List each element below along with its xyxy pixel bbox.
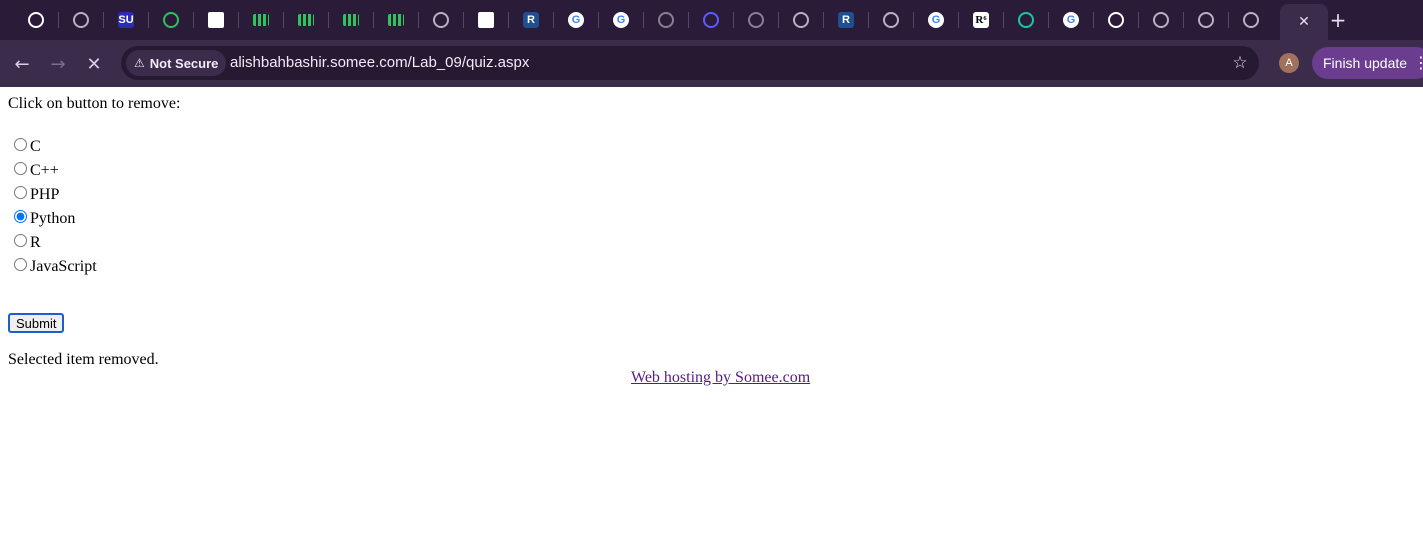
finish-update-button[interactable]: Finish update	[1312, 47, 1423, 79]
google-icon: G	[613, 12, 629, 28]
browser-tab[interactable]	[464, 6, 508, 34]
network-icon	[433, 12, 449, 28]
google-icon: G	[1063, 12, 1079, 28]
browser-tab[interactable]	[1184, 6, 1228, 34]
bookmark-star-icon[interactable]: ☆	[1229, 52, 1251, 74]
browser-tab[interactable]	[239, 6, 283, 34]
browser-menu-icon[interactable]: ⋮	[1413, 52, 1423, 74]
security-chip[interactable]: ⚠ Not Secure	[126, 50, 227, 76]
browser-tab[interactable]: G	[554, 6, 598, 34]
r6-logo-icon: R⁶	[973, 12, 989, 28]
submit-button[interactable]: Submit	[8, 313, 65, 333]
language-radio-list: C C++ PHP Python R JavaScript	[8, 135, 97, 279]
radio-button[interactable]	[14, 233, 27, 247]
globe-icon	[793, 12, 809, 28]
google-icon: G	[568, 12, 584, 28]
active-tab[interactable]: ✕	[1280, 4, 1328, 40]
browser-tab[interactable]: SU	[104, 6, 148, 34]
browser-tab[interactable]	[14, 6, 58, 34]
browser-tab[interactable]: R	[509, 6, 553, 34]
radio-label[interactable]: JavaScript	[30, 258, 97, 276]
browser-tab[interactable]	[59, 6, 103, 34]
green-circle-icon	[163, 12, 179, 28]
radio-option: JavaScript	[8, 255, 97, 279]
page-content: Click on button to remove: C C++ PHP Python…	[0, 87, 1423, 548]
new-tab-button[interactable]: +	[1327, 8, 1349, 32]
globe-icon	[1243, 12, 1259, 28]
radio-option: R	[8, 231, 97, 255]
teal-robot-icon	[1018, 12, 1034, 28]
browser-tab[interactable]	[374, 6, 418, 34]
r-logo-icon: R	[523, 12, 539, 28]
browser-tab[interactable]	[1004, 6, 1048, 34]
address-bar[interactable]: ⚠ Not Secure alishbahbashir.somee.com/La…	[121, 46, 1259, 80]
browser-tab[interactable]	[1139, 6, 1183, 34]
radio-option: C++	[8, 159, 97, 183]
green-bars-icon	[298, 14, 314, 26]
globe-icon	[883, 12, 899, 28]
browser-tab[interactable]: G	[599, 6, 643, 34]
radio-label[interactable]: R	[30, 234, 41, 252]
warning-icon: ⚠	[134, 56, 145, 70]
red-v-logo-icon	[208, 12, 224, 28]
browser-tab[interactable]	[194, 6, 238, 34]
green-bars-icon	[388, 14, 404, 26]
radio-button[interactable]	[14, 137, 27, 151]
radio-option: C	[8, 135, 97, 159]
back-button[interactable]: ←	[8, 50, 36, 78]
browser-tab[interactable]	[734, 6, 778, 34]
github-icon	[28, 12, 44, 28]
radio-option: Python	[8, 207, 97, 231]
radio-option: PHP	[8, 183, 97, 207]
browser-tab[interactable]	[779, 6, 823, 34]
security-chip-label: Not Secure	[149, 55, 219, 71]
lamp-icon	[748, 12, 764, 28]
radio-button[interactable]	[14, 209, 27, 223]
lamp-icon	[658, 12, 674, 28]
browser-tab[interactable]: R	[824, 6, 868, 34]
close-tab-icon[interactable]: ✕	[1298, 14, 1310, 30]
quiz-prompt: Click on button to remove:	[8, 95, 181, 112]
hosting-link[interactable]: Web hosting by Somee.com	[631, 369, 810, 387]
tab-strip: ✕ + SU R G G R G R⁶ G	[0, 0, 1423, 40]
stop-loading-button[interactable]: ✕	[80, 50, 108, 78]
browser-tab[interactable]	[149, 6, 193, 34]
browser-tab[interactable]: G	[914, 6, 958, 34]
green-bars-icon	[343, 14, 359, 26]
red-v-logo-icon	[478, 12, 494, 28]
profile-avatar[interactable]: A	[1279, 53, 1299, 73]
radio-button[interactable]	[14, 185, 27, 199]
openai-icon	[1108, 12, 1124, 28]
status-message: Selected item removed.	[8, 351, 159, 368]
browser-tab[interactable]	[644, 6, 688, 34]
globe-icon	[73, 12, 89, 28]
su-logo-icon: SU	[118, 12, 134, 28]
green-bars-icon	[253, 14, 269, 26]
r-logo-icon: R	[838, 12, 854, 28]
browser-tab[interactable]	[284, 6, 328, 34]
browser-tab[interactable]	[689, 6, 733, 34]
browser-tab[interactable]	[869, 6, 913, 34]
forward-button[interactable]: →	[44, 50, 72, 78]
radio-label[interactable]: C++	[30, 162, 59, 180]
radio-button[interactable]	[14, 161, 27, 175]
browser-tab[interactable]	[419, 6, 463, 34]
radio-label[interactable]: Python	[30, 210, 75, 228]
url-text[interactable]: alishbahbashir.somee.com/Lab_09/quiz.asp…	[230, 46, 529, 80]
browser-toolbar: ← → ✕ ⚠ Not Secure alishbahbashir.somee.…	[0, 40, 1423, 87]
radio-button[interactable]	[14, 257, 27, 271]
radio-label[interactable]: C	[30, 138, 41, 156]
browser-tab[interactable]	[1229, 6, 1273, 34]
globe-icon	[1198, 12, 1214, 28]
google-icon: G	[928, 12, 944, 28]
browser-tab[interactable]	[1094, 6, 1138, 34]
browser-tab[interactable]	[329, 6, 373, 34]
blue-swirl-icon	[703, 12, 719, 28]
browser-tab[interactable]: R⁶	[959, 6, 1003, 34]
browser-tab[interactable]: G	[1049, 6, 1093, 34]
globe-icon	[1153, 12, 1169, 28]
radio-label[interactable]: PHP	[30, 186, 59, 204]
